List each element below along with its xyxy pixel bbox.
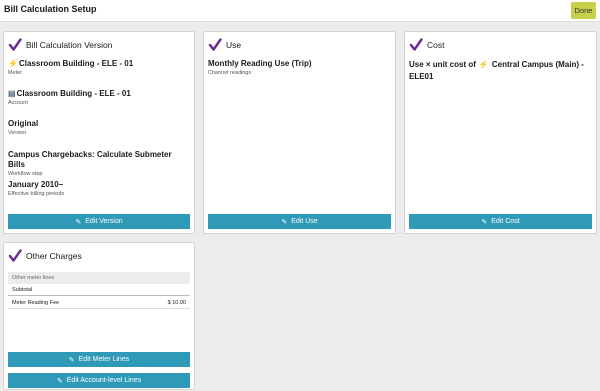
account-label: Account (8, 100, 28, 106)
cost-card-title: Cost (427, 40, 445, 50)
account-item: ▤ Classroom Building - ELE - 01 Account (8, 89, 190, 106)
edit-version-label: Edit Version (85, 218, 123, 225)
cost-prefix: Use × unit cost of (409, 60, 476, 69)
edit-account-lines-button[interactable]: ✎ Edit Account-level Lines (8, 373, 190, 388)
meter-name: Classroom Building - ELE - 01 (18, 59, 134, 68)
workflow-label: Workflow step (8, 171, 43, 177)
checkmark-icon (208, 38, 222, 51)
use-card-header: Use (208, 37, 241, 53)
subtotal-row: Subtotal (8, 285, 190, 296)
other-lines-header: Other meter lines (8, 272, 190, 284)
workflow-item: Campus Chargebacks: Calculate Submeter B… (8, 150, 190, 177)
edit-use-button[interactable]: ✎ Edit Use (208, 214, 391, 229)
pencil-icon: ✎ (281, 218, 288, 226)
pencil-icon: ✎ (68, 356, 75, 364)
version-card: Bill Calculation Version ⚡ Classroom Buil… (3, 31, 195, 234)
version-card-header: Bill Calculation Version (8, 37, 112, 53)
electric-bolt-icon: ⚡ (478, 60, 489, 69)
edit-meter-lines-label: Edit Meter Lines (78, 356, 130, 363)
use-card-title: Use (226, 40, 242, 50)
checkmark-icon (8, 249, 22, 262)
checkmark-icon (409, 38, 423, 51)
use-name: Monthly Reading Use (Trip) (208, 59, 312, 68)
cost-card-header: Cost (409, 37, 444, 53)
other-charges-card: Other Charges Other meter lines Subtotal… (3, 242, 195, 390)
version-name: Original (8, 119, 39, 128)
edit-meter-lines-button[interactable]: ✎ Edit Meter Lines (8, 352, 190, 367)
account-book-icon: ▤ (8, 89, 16, 98)
cost-meter-suffix: ELE01 (409, 72, 434, 81)
periods-item: January 2010– Effective billing periods (8, 180, 190, 197)
table-row: Meter Reading Fee $ 10.00 (8, 298, 190, 309)
periods-label: Effective billing periods (8, 191, 65, 197)
periods-name: January 2010– (8, 180, 64, 189)
checkmark-icon (8, 38, 22, 51)
page-title: Bill Calculation Setup (4, 4, 97, 14)
meter-item: ⚡ Classroom Building - ELE - 01 Meter (8, 59, 190, 76)
use-card: Use Monthly Reading Use (Trip) Channel r… (203, 31, 396, 234)
version-item: Original Version (8, 119, 190, 136)
pencil-icon: ✎ (75, 218, 82, 226)
electric-bolt-icon: ⚡ (8, 59, 18, 68)
meter-label: Meter (8, 70, 23, 76)
version-label: Version (8, 130, 27, 136)
version-card-title: Bill Calculation Version (26, 40, 113, 50)
use-item: Monthly Reading Use (Trip) Channel readi… (208, 59, 391, 76)
cost-meter-name: Central Campus (Main) - (491, 60, 584, 69)
edit-version-button[interactable]: ✎ Edit Version (8, 214, 190, 229)
workflow-name: Campus Chargebacks: Calculate Submeter B… (8, 150, 172, 169)
pencil-icon: ✎ (56, 377, 63, 385)
account-name: Classroom Building - ELE - 01 (16, 89, 131, 98)
line-amount: $ 10.00 (167, 300, 186, 306)
cost-item: Use × unit cost of ⚡ Central Campus (Main)… (409, 59, 592, 83)
pencil-icon: ✎ (481, 218, 488, 226)
cost-card: Cost Use × unit cost of ⚡ Central Campus (… (404, 31, 597, 234)
other-card-title: Other Charges (26, 251, 82, 261)
line-name: Meter Reading Fee (12, 300, 60, 306)
top-bar: Bill Calculation Setup Done (0, 0, 600, 22)
done-button[interactable]: Done (571, 2, 596, 19)
use-label: Channel readings (208, 70, 252, 76)
edit-use-label: Edit Use (291, 218, 318, 225)
subtotal-label: Subtotal (12, 287, 33, 293)
other-card-header: Other Charges (8, 248, 82, 264)
edit-account-lines-label: Edit Account-level Lines (66, 377, 142, 384)
edit-cost-label: Edit Cost (491, 218, 520, 225)
edit-cost-button[interactable]: ✎ Edit Cost (409, 214, 592, 229)
